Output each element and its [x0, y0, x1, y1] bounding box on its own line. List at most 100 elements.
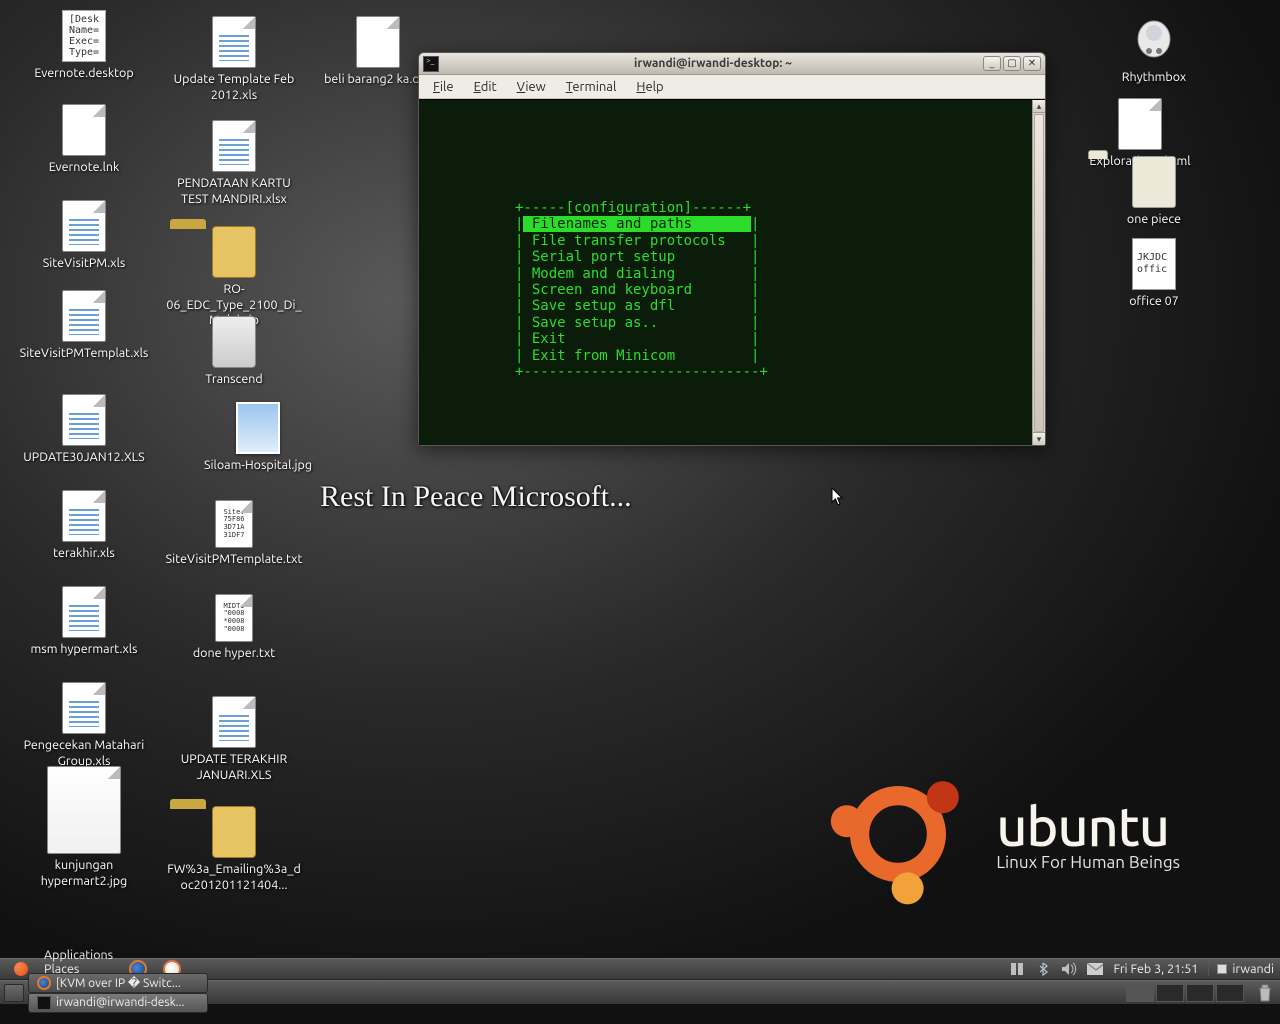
icon-label: Evernote.desktop — [14, 66, 154, 82]
icon-label: SiteVisitPM.xls — [14, 256, 154, 272]
sheet-icon — [212, 696, 256, 748]
workspace-2[interactable] — [1156, 984, 1184, 1002]
desktop-icon[interactable]: Pengecekan Matahari Group.xls — [14, 682, 154, 769]
taskbar-item[interactable]: irwandi@irwandi-desk... — [28, 993, 208, 1013]
mail-icon[interactable] — [1087, 961, 1103, 977]
desktop-icon[interactable]: [Desk Name= Exec= Type= Evernote.desktop — [14, 10, 154, 82]
minimize-button[interactable]: _ — [983, 56, 1001, 71]
ubuntu-wordmark: ubuntu — [996, 797, 1180, 857]
desktop-icon[interactable]: one piece — [1084, 156, 1224, 228]
terminal-body[interactable]: +-----[configuration]------+ | Filenames… — [419, 99, 1045, 445]
icon-label: PENDATAAN KARTU TEST MANDIRI.xlsx — [164, 176, 304, 207]
icon-label: Rhythmbox — [1084, 70, 1224, 86]
desktop-icon[interactable]: JKJDC officoffice 07 — [1084, 238, 1224, 310]
terminal-output: +-----[configuration]------+ | Filenames… — [515, 200, 1025, 380]
notification-tray-icon[interactable] — [1009, 961, 1025, 977]
icon-label: kunjungan hypermart2.jpg — [14, 858, 154, 889]
icon-label: terakhir.xls — [14, 546, 154, 562]
workspace-3[interactable] — [1186, 984, 1214, 1002]
hdd-icon — [212, 316, 256, 368]
sheet-icon — [62, 586, 106, 638]
mouse-cursor — [831, 487, 845, 507]
user-status-icon — [1217, 964, 1227, 974]
desktop-icon[interactable]: SiteV 75F86 3D71A 31DF7 SiteVisitPMTempla… — [164, 500, 304, 568]
icon-label: Update Template Feb 2012.xls — [164, 72, 304, 103]
desktop-icon[interactable]: SiteVisitPMTemplat.xls — [14, 290, 154, 362]
text-icon: SiteV 75F86 3D71A 31DF7 — [215, 500, 253, 548]
icon-label: UPDATE30JAN12.XLS — [14, 450, 154, 466]
ubuntu-tagline: Linux For Human Beings — [996, 853, 1180, 872]
icon-label: Siloam-Hospital.jpg — [188, 458, 328, 474]
file-icon — [1118, 98, 1162, 150]
desktop-icon[interactable]: kunjungan hypermart2.jpg — [14, 766, 154, 889]
img-icon — [236, 402, 280, 454]
scroll-thumb[interactable] — [1034, 114, 1044, 432]
scroll-down-arrow[interactable]: ▾ — [1033, 432, 1045, 445]
sheet-icon — [62, 682, 106, 734]
taskbar-label: irwandi@irwandi-desk... — [56, 996, 185, 1009]
desktop-icon[interactable]: RO-06_EDC_Type_2100_Di_Mulai.zip — [164, 226, 304, 329]
desktop-icon[interactable]: SiteVisitPM.xls — [14, 200, 154, 272]
terminal-menubar[interactable]: FileEditViewTerminalHelp — [419, 75, 1045, 99]
icon-label: SiteVisitPMTemplat.xls — [14, 346, 154, 362]
rb-icon — [1132, 14, 1176, 66]
close-button[interactable]: ✕ — [1023, 56, 1041, 71]
sheet-icon — [62, 290, 106, 342]
maximize-button[interactable]: ▢ — [1003, 56, 1021, 71]
sheet-icon — [62, 200, 106, 252]
workspace-4[interactable] — [1216, 984, 1244, 1002]
desktop-icon[interactable]: MIDTI "0008 *0008 "0008done hyper.txt — [164, 594, 304, 662]
workspace-1[interactable] — [1126, 984, 1154, 1002]
bluetooth-icon[interactable] — [1035, 961, 1051, 977]
terminal-icon — [37, 996, 51, 1010]
icon-label: one piece — [1084, 212, 1224, 228]
taskbar-item[interactable]: [KVM over IP � Switc... — [28, 973, 208, 993]
scroll-up-arrow[interactable]: ▴ — [1033, 100, 1045, 113]
bottom-panel[interactable]: [KVM over IP � Switc...irwandi@irwandi-d… — [0, 980, 1280, 1004]
desktop-icon[interactable]: msm hypermart.xls — [14, 586, 154, 658]
icon-label: FW%3a_Emailing%3a_doc201201121404... — [164, 862, 304, 893]
icon-label: SiteVisitPMTemplate.txt — [164, 552, 304, 568]
workspace-switcher[interactable] — [1126, 984, 1244, 1002]
clock[interactable]: Fri Feb 3, 21:51 — [1113, 962, 1198, 976]
terminal-scrollbar[interactable]: ▴ ▾ — [1032, 100, 1045, 445]
username-label: irwandi — [1232, 962, 1274, 976]
file-icon — [356, 16, 400, 68]
desktop-icon[interactable]: Rhythmbox — [1084, 14, 1224, 86]
desktop-icon[interactable]: Siloam-Hospital.jpg — [188, 402, 328, 474]
file-icon — [62, 104, 106, 156]
menu-file[interactable]: File — [425, 78, 462, 96]
folder-icon — [1132, 156, 1176, 208]
icon-label: office 07 — [1084, 294, 1224, 310]
desktop-icon[interactable]: Update Template Feb 2012.xls — [164, 16, 304, 103]
window-titlebar[interactable]: irwandi@irwandi-desktop: ~ _ ▢ ✕ — [419, 53, 1045, 75]
menu-terminal[interactable]: Terminal — [558, 78, 625, 96]
icon-label: UPDATE TERAKHIR JANUARI.XLS — [164, 752, 304, 783]
icon-label: Transcend — [164, 372, 304, 388]
sheet-icon — [62, 394, 106, 446]
panel-menu-applications[interactable]: Applications — [36, 948, 121, 962]
ubuntu-logo: ubuntu Linux For Human Beings — [818, 754, 1180, 914]
desktop-icon[interactable]: PENDATAAN KARTU TEST MANDIRI.xlsx — [164, 120, 304, 207]
trash-icon[interactable] — [1254, 983, 1276, 1003]
terminal-window[interactable]: irwandi@irwandi-desktop: ~ _ ▢ ✕ FileEdi… — [418, 52, 1046, 446]
desktop-icon[interactable]: UPDATE30JAN12.XLS — [14, 394, 154, 466]
user-menu[interactable]: irwandi — [1208, 962, 1274, 976]
desktop-icon[interactable]: Transcend — [164, 316, 304, 388]
window-title: irwandi@irwandi-desktop: ~ — [445, 57, 981, 70]
sheet-icon — [212, 120, 256, 172]
volume-icon[interactable] — [1061, 961, 1077, 977]
desktop-icon[interactable]: terakhir.xls — [14, 490, 154, 562]
menu-edit[interactable]: Edit — [466, 78, 505, 96]
menu-view[interactable]: View — [509, 78, 554, 96]
menu-help[interactable]: Help — [628, 78, 671, 96]
show-desktop-button[interactable] — [4, 984, 24, 1002]
terminal-icon — [423, 56, 439, 72]
desktop-ini-icon: [Desk Name= Exec= Type= — [62, 10, 106, 62]
desktop-icon[interactable]: Evernote.lnk — [14, 104, 154, 176]
sheet-icon — [212, 16, 256, 68]
desktop-icon[interactable]: FW%3a_Emailing%3a_doc201201121404... — [164, 806, 304, 893]
taskbar-label: [KVM over IP � Switc... — [56, 976, 181, 990]
ubuntu-icon — [14, 962, 28, 976]
desktop-icon[interactable]: UPDATE TERAKHIR JANUARI.XLS — [164, 696, 304, 783]
